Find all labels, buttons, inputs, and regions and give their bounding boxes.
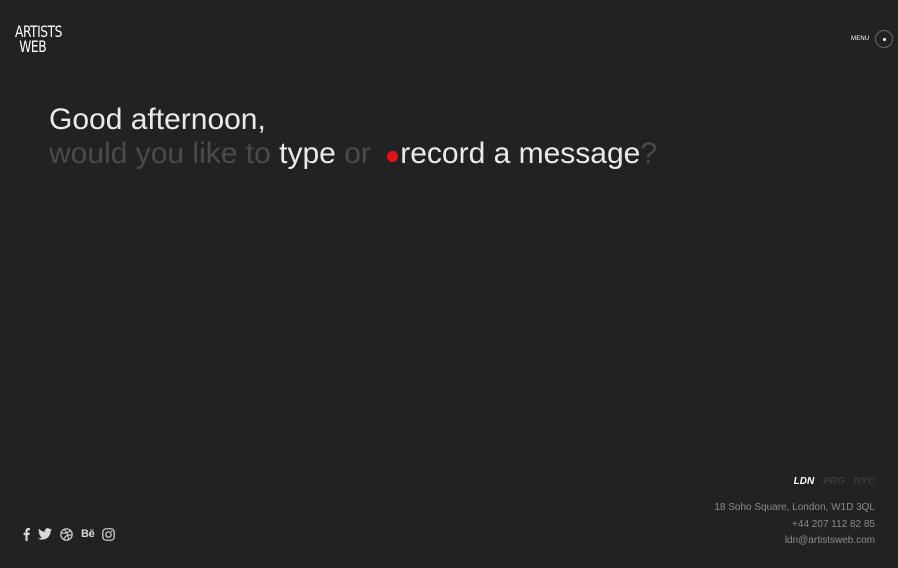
social-links: Bē xyxy=(23,527,116,541)
menu-circle-icon xyxy=(875,30,894,48)
office-tab-ldn[interactable]: LDN xyxy=(794,476,815,487)
greeting-or: or xyxy=(335,137,380,170)
record-message-link[interactable]: record a message xyxy=(379,137,640,170)
logo-line-2: WEB xyxy=(19,37,47,56)
instagram-icon[interactable] xyxy=(102,527,116,541)
dribbble-icon[interactable] xyxy=(60,527,73,541)
menu-dot-icon xyxy=(882,37,886,41)
logo[interactable]: ARTISTS WEB xyxy=(15,24,62,56)
record-message-label: record a message xyxy=(400,137,641,170)
page: ARTISTS WEB MENU Good afternoon, would y… xyxy=(0,0,898,568)
office-switcher: LDN PRG NYC xyxy=(794,476,875,487)
type-message-link[interactable]: type xyxy=(279,137,336,170)
office-tab-prg[interactable]: PRG xyxy=(823,476,845,487)
twitter-icon[interactable] xyxy=(38,527,52,541)
record-dot-icon xyxy=(387,151,399,162)
greeting-suffix: ? xyxy=(640,137,658,170)
behance-icon[interactable]: Bē xyxy=(81,527,95,541)
greeting-title: Good afternoon, xyxy=(49,103,266,136)
phone-link[interactable]: +44 207 112 82 85 xyxy=(714,517,875,534)
address-text: 18 Soho Square, London, W1D 3QL xyxy=(714,502,875,513)
greeting: Good afternoon, would you like to type o… xyxy=(49,103,657,171)
greeting-prefix: would you like to xyxy=(49,137,280,170)
menu-button[interactable]: MENU xyxy=(851,30,894,48)
email-link[interactable]: ldn@artistsweb.com xyxy=(714,533,875,550)
facebook-icon[interactable] xyxy=(23,527,30,541)
greeting-question: would you like to type or record a messa… xyxy=(49,137,657,171)
office-tab-nyc[interactable]: NYC xyxy=(854,476,875,487)
contact-info: 18 Soho Square, London, W1D 3QL +44 207 … xyxy=(714,500,875,550)
menu-label: MENU xyxy=(851,36,870,42)
